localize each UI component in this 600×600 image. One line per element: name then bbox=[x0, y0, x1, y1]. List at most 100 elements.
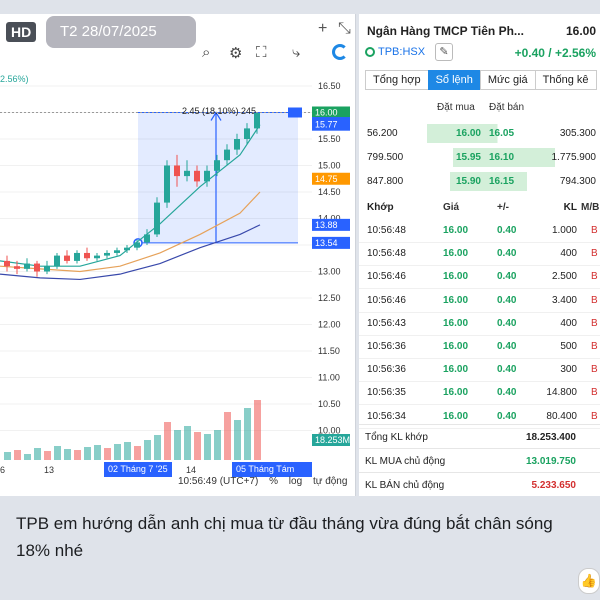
ask-price[interactable]: 16.05 bbox=[485, 124, 555, 143]
tab-statistics[interactable]: Thống kê bbox=[534, 70, 597, 90]
candle bbox=[104, 252, 110, 256]
bid-price[interactable]: 15.90 bbox=[427, 172, 485, 191]
candle bbox=[244, 128, 250, 139]
chart-footer: 10:56:49 (UTC+7) % log tự động bbox=[178, 476, 355, 487]
volume-bar bbox=[204, 434, 211, 460]
volume-bar bbox=[14, 450, 21, 460]
trade-side: B bbox=[591, 225, 598, 236]
log-toggle[interactable]: log bbox=[289, 476, 302, 487]
chart-panel[interactable]: + ⤡ ⌕ ⚙ ⛶ ⤷ 2.56%) 2.45 (18.10%) 245 16.5… bbox=[0, 14, 356, 496]
clock-readout: 10:56:49 (UTC+7) bbox=[178, 476, 259, 487]
volume-bar bbox=[94, 445, 101, 460]
candle bbox=[94, 255, 100, 259]
trade-volume: 400 bbox=[560, 248, 577, 260]
trade-side: B bbox=[591, 294, 598, 306]
candle bbox=[224, 149, 230, 161]
summary-label: KL MUA chủ động bbox=[365, 456, 446, 467]
symbol-icon bbox=[365, 47, 375, 57]
price-tag-text: 13.88 bbox=[315, 220, 338, 230]
trade-row: 10:56:35 16.00 0.40 14.800 B bbox=[359, 382, 600, 406]
trade-volume: 1.000 bbox=[551, 225, 577, 236]
trade-row: 10:56:48 16.00 0.40 1.000 B bbox=[359, 220, 600, 243]
volume-bar bbox=[224, 412, 231, 460]
summary-row: KL MUA chủ động 13.019.750 bbox=[359, 448, 600, 472]
date-badge: T2 28/07/2025 bbox=[46, 16, 196, 48]
x-label: 13 bbox=[44, 465, 55, 475]
summary-row: Tổng KL khớp 18.253.400 bbox=[359, 424, 600, 448]
axis-tick: 10.50 bbox=[318, 399, 341, 409]
trade-change: 0.40 bbox=[497, 364, 517, 376]
bid-volume: 799.500 bbox=[367, 152, 404, 163]
trade-volume: 300 bbox=[560, 364, 577, 376]
ask-price[interactable]: 16.10 bbox=[485, 148, 555, 167]
candle bbox=[174, 165, 180, 177]
summary-value: 5.233.650 bbox=[531, 480, 577, 491]
trade-time: 10:56:48 bbox=[367, 225, 406, 236]
price-header: Giá bbox=[443, 202, 460, 213]
trade-time: 10:56:35 bbox=[367, 387, 406, 399]
tab-summary[interactable]: Tổng hợp bbox=[365, 70, 429, 90]
last-price: 16.00 bbox=[565, 24, 596, 38]
volume-bar bbox=[134, 446, 141, 460]
trade-price: 16.00 bbox=[443, 271, 469, 283]
candle bbox=[194, 170, 200, 182]
volume-bar bbox=[154, 435, 161, 460]
price-tag-text: 15.77 bbox=[315, 120, 338, 130]
volume-bar bbox=[254, 400, 261, 460]
ask-header: Đặt bán bbox=[489, 102, 525, 113]
trade-price: 16.00 bbox=[443, 410, 469, 422]
ask-price[interactable]: 16.15 bbox=[485, 172, 555, 191]
candle bbox=[84, 252, 90, 259]
auto-toggle[interactable]: tự động bbox=[313, 476, 348, 487]
trade-volume: 3.400 bbox=[551, 294, 577, 306]
summary-row: KL BÁN chủ động 5.233.650 bbox=[359, 472, 600, 496]
trade-side: B bbox=[591, 248, 598, 260]
candle bbox=[64, 255, 70, 261]
message-text: TPB em hướng dẫn anh chị mua từ đầu thán… bbox=[16, 514, 553, 560]
price-tag-text: 18.253M bbox=[315, 435, 350, 445]
candle bbox=[234, 139, 240, 150]
price-tag-text: 16.00 bbox=[315, 108, 338, 118]
volume-bar bbox=[44, 451, 51, 460]
bid-price[interactable]: 16.00 bbox=[427, 124, 485, 143]
x-range-end: 05 Tháng Tám '25 bbox=[232, 462, 312, 489]
trade-side: B bbox=[591, 387, 598, 399]
axis-tick: 15.00 bbox=[318, 161, 341, 171]
percent-toggle[interactable]: % bbox=[269, 476, 278, 487]
candle bbox=[214, 160, 220, 171]
trade-volume: 80.400 bbox=[546, 410, 577, 422]
orderbook-row: 799.500 15.95 16.10 1.775.900 bbox=[359, 146, 600, 170]
x-range-start: 02 Tháng 7 '25 bbox=[104, 462, 172, 477]
symbol-label[interactable]: TPB:HSX bbox=[365, 46, 425, 58]
trade-time: 10:56:36 bbox=[367, 341, 406, 352]
trade-change: 0.40 bbox=[497, 225, 517, 236]
screenshot: + ⤡ ⌕ ⚙ ⛶ ⤷ 2.56%) 2.45 (18.10%) 245 16.5… bbox=[0, 0, 600, 600]
ask-volume: 794.300 bbox=[559, 176, 596, 187]
trade-row: 10:56:36 16.00 0.40 500 B bbox=[359, 336, 600, 359]
bid-volume: 56.200 bbox=[367, 128, 398, 139]
tab-orderbook[interactable]: Sổ lệnh bbox=[427, 70, 481, 90]
price-chart[interactable]: 2.45 (18.10%) 245 16.50 16.00 15.50 15.00 14.… bbox=[0, 14, 356, 462]
axis-tick: 11.50 bbox=[318, 346, 340, 356]
trade-time: 10:56:46 bbox=[367, 294, 406, 306]
bid-volume: 847.800 bbox=[367, 176, 404, 187]
trade-change: 0.40 bbox=[497, 410, 517, 422]
trade-change: 0.40 bbox=[497, 294, 517, 306]
candle bbox=[34, 263, 40, 272]
summary-label: Tổng KL khớp bbox=[365, 432, 428, 443]
axis-tick: 16.50 bbox=[318, 81, 341, 91]
volume-bar bbox=[64, 449, 71, 460]
trade-side: B bbox=[591, 341, 598, 352]
price-tag-text: 13.54 bbox=[315, 238, 338, 248]
trades-header: Khớp Giá +/- KL M/B bbox=[359, 200, 600, 218]
like-icon[interactable]: 👍 bbox=[578, 568, 600, 594]
trade-row: 10:56:48 16.00 0.40 400 B bbox=[359, 243, 600, 267]
tab-price-levels[interactable]: Mức giá bbox=[479, 70, 536, 90]
candle bbox=[4, 260, 10, 267]
trade-change: 0.40 bbox=[497, 341, 517, 352]
bid-price[interactable]: 15.95 bbox=[427, 148, 485, 167]
volume-bar bbox=[164, 422, 171, 460]
volume-bar bbox=[174, 430, 181, 460]
axis-tick: 14.50 bbox=[318, 187, 341, 197]
edit-icon[interactable]: ✎ bbox=[435, 43, 453, 61]
